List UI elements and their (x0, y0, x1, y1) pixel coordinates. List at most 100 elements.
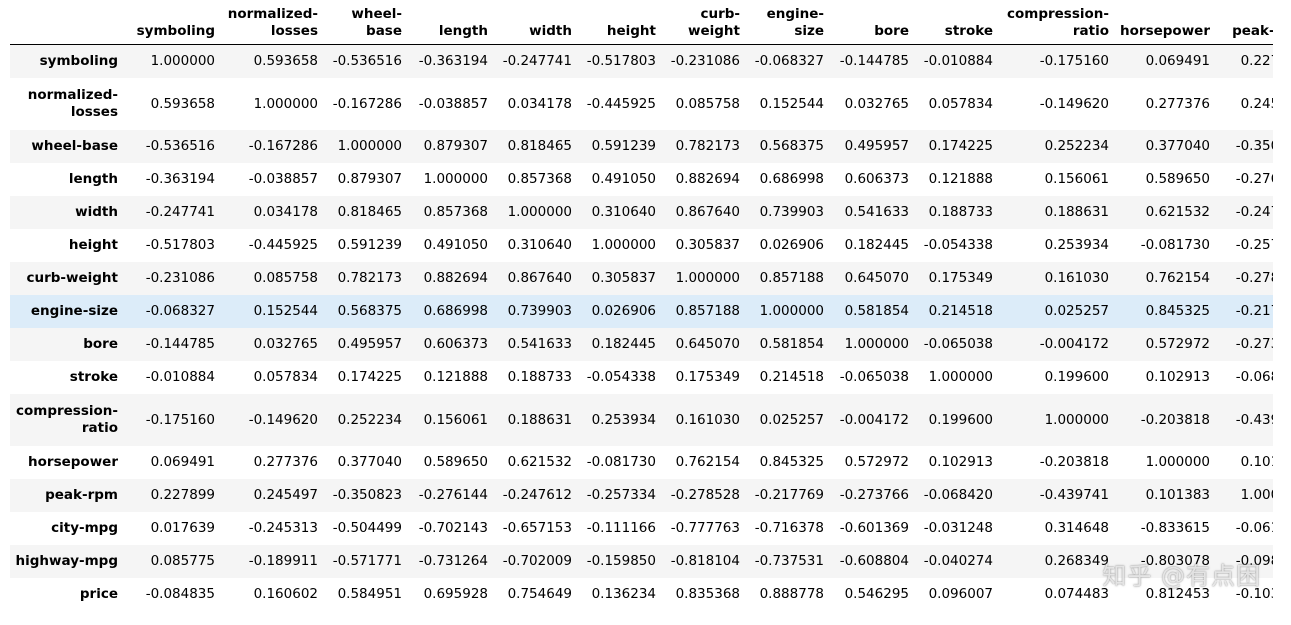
table-cell: 0.156061 (1044, 171, 1109, 187)
table-cell: -0.098411 (1235, 553, 1273, 569)
table-cell: 0.857368 (507, 171, 572, 187)
table-cell: -0.040274 (923, 553, 993, 569)
table-row: normalized-losses 0.593658 1.000000 -0.1672… (10, 77, 1273, 130)
table-cell: -0.065038 (923, 336, 993, 352)
table-cell: -0.068327 (145, 303, 215, 319)
table-row: peak-rpm 0.227899 0.245497 -0.350823 -0.2761… (10, 478, 1273, 512)
header-row: symboling normalized-losses wheel-base leng… (10, 0, 1273, 45)
table-cell: 0.572972 (1145, 336, 1210, 352)
table-cell: 0.584951 (337, 586, 402, 602)
table-cell: 0.305837 (591, 270, 656, 286)
table-cell: -0.217769 (754, 487, 824, 503)
table-body: symboling 1.000000 0.593658 -0.536516 -0.363… (10, 44, 1273, 611)
table-cell: 0.085758 (253, 270, 318, 286)
row-index-label: length (68, 170, 118, 187)
table-cell: -0.517803 (586, 53, 656, 70)
table-cell: -0.038857 (418, 95, 488, 112)
table-cell: 0.882694 (423, 270, 488, 286)
table-cell: 1.000000 (507, 204, 572, 220)
table-cell: 0.495957 (337, 336, 402, 352)
table-cell: 0.645070 (675, 336, 740, 352)
table-row: curb-weight -0.231086 0.085758 0.782173 0.88… (10, 261, 1273, 295)
table-cell: -0.257334 (586, 487, 656, 503)
table-cell: 0.857368 (423, 204, 488, 220)
table-cell: 0.175349 (928, 270, 993, 286)
table-cell: 0.175349 (675, 369, 740, 385)
table-cell: 0.581854 (759, 336, 824, 352)
table-cell: 0.593658 (253, 53, 318, 70)
table-cell: -0.833615 (1140, 520, 1210, 536)
table-cell: -0.536516 (332, 53, 402, 70)
table-cell: -0.247612 (1235, 204, 1273, 220)
table-cell: 0.199600 (1044, 369, 1109, 385)
table-cell: -0.571771 (332, 553, 402, 569)
table-cell: 0.782173 (337, 270, 402, 286)
table-cell: 0.025257 (1044, 303, 1109, 319)
table-cell: 0.182445 (844, 237, 909, 253)
table-cell: 0.252234 (337, 411, 402, 428)
table-cell: -0.038857 (248, 171, 318, 187)
table-cell: -0.702143 (418, 520, 488, 536)
table-cell: 0.227899 (1240, 53, 1273, 70)
column-header: height (577, 0, 661, 45)
row-index-label: curb-weight (26, 269, 118, 286)
table-cell: -0.363194 (145, 171, 215, 187)
table-cell: 0.017639 (150, 520, 215, 536)
table-cell: 0.199600 (928, 411, 993, 428)
table-cell: 0.069491 (1145, 53, 1210, 70)
table-cell: -0.731264 (418, 553, 488, 569)
table-cell: 0.645070 (844, 270, 909, 286)
table-cell: 1.000000 (150, 53, 215, 70)
table-cell: 0.074483 (1044, 586, 1109, 602)
table-cell: 0.136234 (591, 586, 656, 602)
table-cell: 0.161030 (1044, 270, 1109, 286)
table-row: highway-mpg 0.085775 -0.189911 -0.571771 -0.… (10, 544, 1273, 578)
table-cell: 0.101383 (1240, 454, 1273, 470)
table-cell: 0.812453 (1145, 586, 1210, 602)
table-cell: -0.068420 (1235, 369, 1273, 385)
column-header: symboling (123, 0, 220, 45)
table-cell: 0.245497 (1240, 95, 1273, 112)
table-cell: 1.000000 (1044, 411, 1109, 428)
table-cell: -0.231086 (145, 270, 215, 286)
table-cell: 1.000000 (759, 303, 824, 319)
table-cell: -0.716378 (754, 520, 824, 536)
table-cell: -0.363194 (418, 53, 488, 70)
table-cell: 0.156061 (423, 411, 488, 428)
table-cell: 0.377040 (1145, 138, 1210, 154)
table-cell: 0.695928 (423, 586, 488, 602)
table-cell: 0.491050 (423, 237, 488, 253)
table-cell: -0.084835 (145, 586, 215, 602)
table-cell: -0.439741 (1235, 411, 1273, 428)
table-cell: -0.439741 (1039, 487, 1109, 503)
table-cell: 0.069491 (150, 454, 215, 470)
table-cell: 0.754649 (507, 586, 572, 602)
table-cell: -0.445925 (586, 95, 656, 112)
table-cell: 0.739903 (507, 303, 572, 319)
table-cell: -0.702009 (502, 553, 572, 569)
table-cell: 1.000000 (928, 369, 993, 385)
table-cell: -0.149620 (1039, 95, 1109, 112)
table-cell: 0.277376 (253, 454, 318, 470)
table-cell: 0.818465 (337, 204, 402, 220)
table-cell: 0.606373 (423, 336, 488, 352)
table-cell: 0.541633 (844, 204, 909, 220)
table-cell: 0.025257 (759, 411, 824, 428)
table-cell: -0.777763 (670, 520, 740, 536)
table-cell: 0.621532 (507, 454, 572, 470)
table-cell: 0.867640 (507, 270, 572, 286)
column-header: bore (829, 0, 914, 45)
table-cell: 0.591239 (591, 138, 656, 154)
table-cell: -0.350823 (1235, 138, 1273, 154)
table-cell: 0.085758 (675, 95, 740, 112)
table-cell: 0.857188 (675, 303, 740, 319)
table-cell: -0.054338 (586, 369, 656, 385)
table-cell: 0.495957 (844, 138, 909, 154)
table-cell: -0.010884 (923, 53, 993, 70)
table-cell: 0.491050 (591, 171, 656, 187)
table-cell: 1.000000 (675, 270, 740, 286)
table-cell: -0.276144 (418, 487, 488, 503)
table-cell: -0.818104 (670, 553, 740, 569)
table-cell: 0.102913 (928, 454, 993, 470)
table-cell: 0.879307 (337, 171, 402, 187)
